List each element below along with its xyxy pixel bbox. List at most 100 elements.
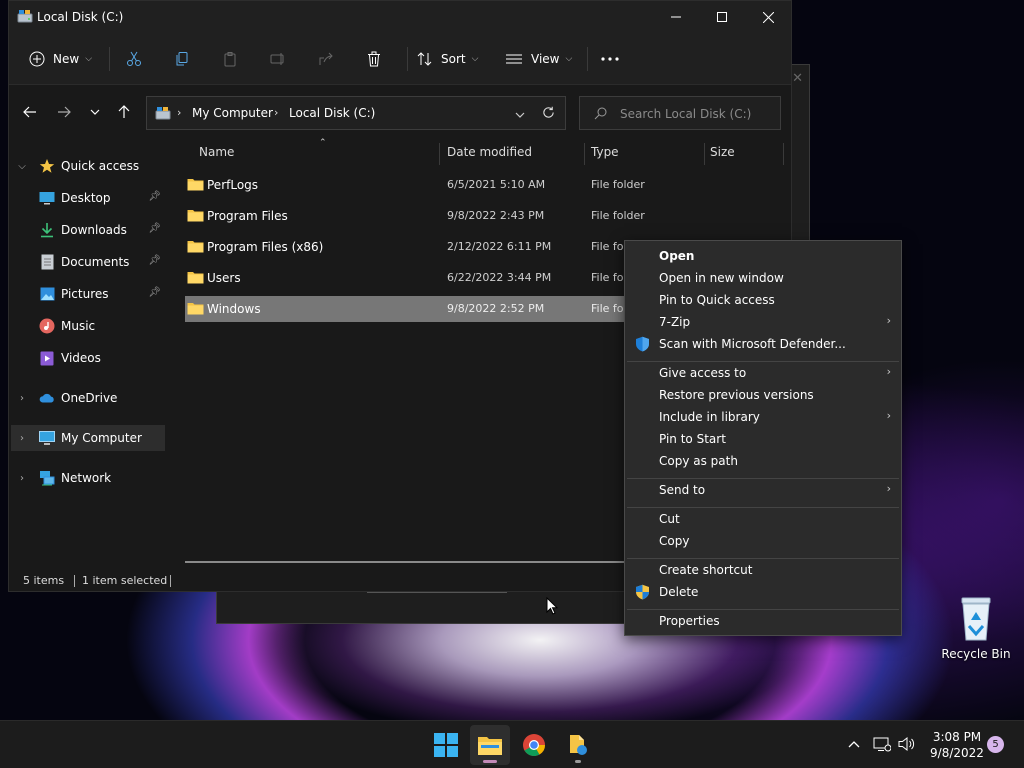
show-hidden-icons-button[interactable] [845,735,863,753]
menu-item-pin-quick-access[interactable]: Pin to Quick access [625,289,901,311]
pin-icon[interactable]: 📌︎ [148,223,161,234]
column-header-name[interactable]: Name [199,145,234,165]
sidebar-item-onedrive[interactable]: › OneDrive [11,385,165,411]
horizontal-scrollbar[interactable] [185,561,645,563]
taskbar-file-explorer[interactable] [470,725,510,765]
chevron-right-icon[interactable]: › [15,393,29,404]
table-row[interactable]: Program Files (x86) 2/12/2022 6:11 PM Fi… [185,234,645,260]
column-header-size[interactable]: Size [710,145,735,165]
column-divider[interactable] [783,143,784,165]
menu-item-send-to[interactable]: Send to › [625,479,901,501]
close-button[interactable] [745,1,791,33]
menu-item-open[interactable]: Open [625,245,901,267]
taskbar-chrome[interactable] [514,725,554,765]
notification-badge[interactable]: 5 [987,736,1004,753]
column-divider[interactable] [704,143,705,165]
chevron-right-icon: › [886,482,891,495]
forward-button[interactable] [52,101,76,123]
menu-item-create-shortcut[interactable]: Create shortcut [625,559,901,581]
chevron-right-icon[interactable]: › [15,433,29,444]
sidebar-item-documents[interactable]: Documents 📌︎ [11,249,165,275]
menu-item-copy[interactable]: Copy [625,530,901,552]
sidebar-item-pictures[interactable]: Pictures 📌︎ [11,281,165,307]
table-row[interactable]: Users 6/22/2022 3:44 PM File folder [185,265,645,291]
menu-item-cut[interactable]: Cut [625,508,901,530]
sidebar-item-downloads[interactable]: Downloads 📌︎ [11,217,165,243]
more-options-button[interactable] [601,45,619,73]
navigation-pane: ⌵ Quick access Desktop 📌︎ Downloads 📌︎ D… [9,137,167,567]
sort-button[interactable]: Sort ⌵ [417,45,478,73]
menu-item-label: Send to [659,483,706,497]
breadcrumb-my-computer[interactable]: My Computer [192,106,273,120]
back-button[interactable] [18,101,42,123]
table-row[interactable]: PerfLogs 6/5/2021 5:10 AM File folder [185,172,645,198]
table-row[interactable]: Program Files 9/8/2022 2:43 PM File fold… [185,203,645,229]
maximize-icon [717,12,727,22]
cut-button[interactable] [126,45,142,73]
sidebar-item-quick-access[interactable]: ⌵ Quick access [11,153,165,179]
divider [587,47,588,71]
folder-icon [478,737,502,755]
menu-item-properties[interactable]: Properties [625,610,901,632]
menu-item-open-new-window[interactable]: Open in new window [625,267,901,289]
menu-item-include-library[interactable]: Include in library › [625,406,901,428]
address-bar[interactable]: › My Computer › Local Disk (C:) [146,96,566,130]
menu-item-give-access[interactable]: Give access to › [625,362,901,384]
menu-item-delete[interactable]: Delete [625,581,901,603]
address-history-button[interactable] [515,107,525,121]
sidebar-item-music[interactable]: Music [11,313,165,339]
pin-icon[interactable]: 📌︎ [148,191,161,202]
view-button[interactable]: View ⌵ [505,45,572,73]
delete-button[interactable] [366,45,382,73]
table-row-selected[interactable]: Windows 9/8/2022 2:52 PM File folder [185,296,645,322]
share-button[interactable] [318,45,334,73]
menu-item-restore-versions[interactable]: Restore previous versions [625,384,901,406]
pin-icon[interactable]: 📌︎ [148,287,161,298]
folder-icon [187,303,204,315]
sidebar-item-videos[interactable]: Videos [11,345,165,371]
rename-button[interactable] [270,45,286,73]
drive-icon [155,107,171,120]
pin-icon[interactable]: 📌︎ [148,255,161,266]
cloud-icon [39,390,55,406]
search-input[interactable] [620,105,770,123]
volume-button[interactable] [898,735,916,753]
clock[interactable]: 3:08 PM 9/8/2022 [922,729,992,761]
chevron-down-icon[interactable]: ⌵ [15,161,29,172]
menu-item-copy-path[interactable]: Copy as path [625,450,901,472]
search-box[interactable] [579,96,781,130]
breadcrumb-local-disk[interactable]: Local Disk (C:) [289,106,375,120]
recycle-bin-label: Recycle Bin [941,647,1011,661]
menu-item-7zip[interactable]: 7-Zip › [625,311,901,333]
column-divider[interactable] [439,143,440,165]
menu-item-label: Scan with Microsoft Defender... [659,337,846,351]
close-icon[interactable]: ✕ [792,71,803,86]
up-button[interactable] [112,101,136,123]
recent-locations-button[interactable] [83,101,107,123]
column-divider[interactable] [584,143,585,165]
menu-item-scan-defender[interactable]: Scan with Microsoft Defender... [625,333,901,355]
title-bar[interactable]: Local Disk (C:) [9,1,791,33]
sidebar-item-network[interactable]: › Network [11,465,165,491]
sidebar-item-my-computer[interactable]: › My Computer [11,425,165,451]
menu-item-label: Give access to [659,366,747,380]
refresh-icon [543,106,554,118]
folder-icon [187,179,204,191]
new-button[interactable]: New ⌵ [29,45,92,73]
taskbar-app[interactable] [558,725,598,765]
network-status-button[interactable] [873,735,891,753]
start-button[interactable] [426,725,466,765]
menu-item-pin-start[interactable]: Pin to Start [625,428,901,450]
column-header-type[interactable]: Type [591,145,619,165]
recycle-bin-icon [961,597,991,641]
refresh-button[interactable] [542,106,555,122]
paste-button[interactable] [222,45,238,73]
copy-button[interactable] [174,45,190,73]
column-header-date[interactable]: Date modified [447,145,532,165]
minimize-button[interactable] [653,1,699,33]
breadcrumb-separator-icon[interactable]: › [274,106,278,119]
chevron-right-icon[interactable]: › [15,473,29,484]
sidebar-item-desktop[interactable]: Desktop 📌︎ [11,185,165,211]
maximize-button[interactable] [699,1,745,33]
recycle-bin-shortcut[interactable]: Recycle Bin [940,594,1012,664]
